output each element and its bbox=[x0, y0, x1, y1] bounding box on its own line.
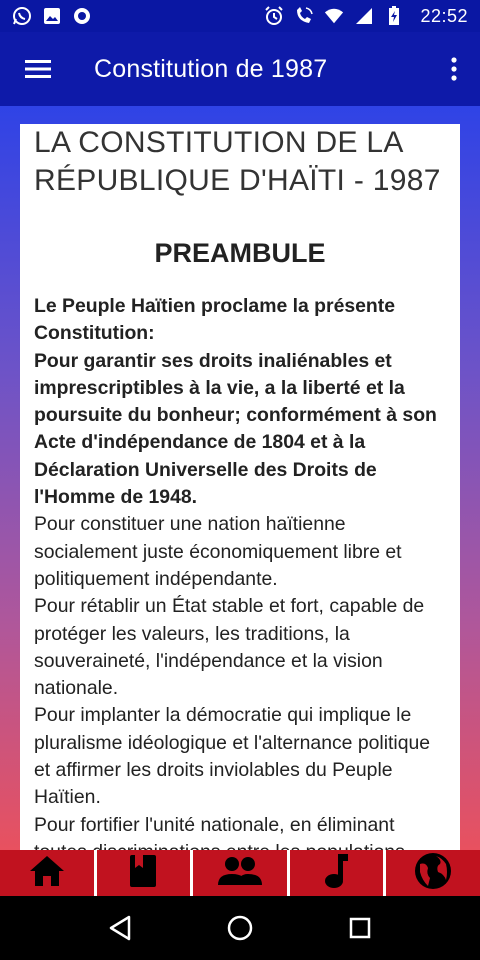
hamburger-menu-icon[interactable] bbox=[20, 51, 56, 87]
battery-charging-icon bbox=[384, 6, 404, 26]
status-left-icons bbox=[12, 6, 92, 26]
document-card[interactable]: LA CONSTITUTION DE LA RÉPUBLIQUE D'HAÏTI… bbox=[20, 124, 460, 850]
app-title: Constitution de 1987 bbox=[94, 54, 328, 83]
home-circle-icon[interactable] bbox=[218, 906, 262, 950]
status-time: 22:52 bbox=[420, 5, 468, 26]
recents-icon[interactable] bbox=[338, 906, 382, 950]
globe-icon bbox=[414, 852, 452, 895]
more-vert-icon[interactable] bbox=[442, 51, 466, 87]
circle-app-icon bbox=[72, 6, 92, 26]
people-icon bbox=[217, 856, 262, 891]
tab-music[interactable] bbox=[290, 850, 387, 896]
paragraph: Pour implanter la démocratie qui impliqu… bbox=[34, 704, 431, 809]
content-background: LA CONSTITUTION DE LA RÉPUBLIQUE D'HAÏTI… bbox=[0, 106, 480, 850]
tab-book[interactable] bbox=[97, 850, 194, 896]
status-right-icons: 22:52 bbox=[264, 6, 468, 27]
tab-people[interactable] bbox=[193, 850, 290, 896]
image-icon bbox=[42, 6, 62, 26]
bold-paragraph: Pour garantir ses droits inaliénables et… bbox=[34, 349, 437, 509]
status-bar: 22:52 bbox=[0, 0, 480, 32]
bottom-tab-bar bbox=[0, 850, 480, 896]
signal-icon bbox=[354, 6, 374, 26]
paragraph: Pour constituer une nation haïtienne soc… bbox=[34, 513, 402, 590]
home-icon bbox=[29, 855, 65, 892]
music-note-icon bbox=[324, 853, 349, 894]
preamble-heading: PREAMBULE bbox=[154, 238, 326, 268]
whatsapp-icon bbox=[12, 6, 32, 26]
paragraph: Pour rétablir un État stable et fort, ca… bbox=[34, 595, 425, 700]
book-icon bbox=[129, 854, 157, 893]
alarm-icon bbox=[264, 6, 284, 26]
tab-globe[interactable] bbox=[386, 850, 480, 896]
app-bar: Constitution de 1987 bbox=[0, 32, 480, 106]
back-icon[interactable] bbox=[98, 906, 142, 950]
system-nav-bar bbox=[0, 896, 480, 960]
bold-intro: Le Peuple Haïtien proclame la présente C… bbox=[34, 295, 396, 345]
document-title: LA CONSTITUTION DE LA RÉPUBLIQUE D'HAÏTI… bbox=[34, 126, 441, 197]
wifi-icon bbox=[324, 6, 344, 26]
wifi-call-icon bbox=[294, 6, 314, 26]
tab-home[interactable] bbox=[0, 850, 97, 896]
paragraph: Pour fortifier l'unité nationale, en éli… bbox=[34, 813, 405, 850]
